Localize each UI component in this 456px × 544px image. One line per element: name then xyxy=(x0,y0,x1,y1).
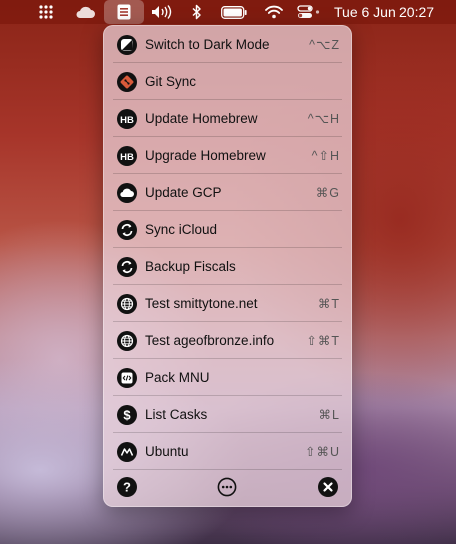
svg-text:$: $ xyxy=(123,407,131,422)
more-icon[interactable] xyxy=(217,477,237,497)
menu-item-test-ageofbronze[interactable]: Test ageofbronze.info ⇧⌘T xyxy=(113,322,342,359)
menu-item-shortcut: ⌘G xyxy=(315,186,340,200)
menu-item-label: List Casks xyxy=(145,407,208,422)
desktop-wallpaper: Tue 6 Jun 20:27 Switch to Dark Mode ^⌥Z xyxy=(0,0,456,544)
svg-text:HB: HB xyxy=(120,114,134,125)
homebrew-icon: HB xyxy=(117,108,137,129)
battery-icon[interactable] xyxy=(220,0,248,24)
app-menu-icon[interactable] xyxy=(104,0,144,24)
menu-item-test-smittytone[interactable]: Test smittytone.net ⌘T xyxy=(113,285,342,322)
homebrew-icon: HB xyxy=(117,145,137,166)
menu-item-list-casks[interactable]: $ List Casks ⌘L xyxy=(113,396,342,433)
menu-item-label: Pack MNU xyxy=(145,370,210,385)
volume-icon[interactable] xyxy=(150,0,174,24)
help-icon[interactable]: ? xyxy=(117,477,137,497)
globe-icon xyxy=(117,330,137,351)
menu-item-label: Test ageofbronze.info xyxy=(145,333,275,348)
ubuntu-icon xyxy=(117,441,137,462)
menu-bar-time[interactable]: 20:27 xyxy=(399,0,434,24)
svg-text:?: ? xyxy=(123,480,131,495)
sync-icon xyxy=(117,256,137,277)
menu-item-label: Git Sync xyxy=(145,74,197,89)
menu-item-label: Upgrade Homebrew xyxy=(145,148,266,163)
code-icon xyxy=(117,367,137,388)
dots-grid-icon[interactable] xyxy=(37,0,55,24)
menu-item-label: Switch to Dark Mode xyxy=(145,37,270,52)
menu-item-shortcut: ⇧⌘U xyxy=(304,445,340,459)
control-center-icon[interactable] xyxy=(296,0,322,24)
menu-separator xyxy=(113,469,342,470)
menu-bar: Tue 6 Jun 20:27 xyxy=(0,0,456,24)
svg-text:HB: HB xyxy=(120,151,134,162)
cloud-icon[interactable] xyxy=(73,0,97,24)
dollar-icon: $ xyxy=(117,404,137,425)
menu-item-shortcut: ^⌥H xyxy=(307,112,340,126)
menu-item-switch-dark-mode[interactable]: Switch to Dark Mode ^⌥Z xyxy=(113,26,342,63)
menu-item-backup-fiscals[interactable]: Backup Fiscals xyxy=(113,248,342,285)
menu-item-label: Update Homebrew xyxy=(145,111,258,126)
menu-item-update-gcp[interactable]: Update GCP ⌘G xyxy=(113,174,342,211)
menu-item-shortcut: ^⇧H xyxy=(311,149,340,163)
menu-item-label: Test smittytone.net xyxy=(145,296,258,311)
git-icon xyxy=(117,71,137,92)
wifi-icon[interactable] xyxy=(264,0,284,24)
cloud-icon xyxy=(117,182,137,203)
menu-item-label: Ubuntu xyxy=(145,444,189,459)
menu-item-label: Backup Fiscals xyxy=(145,259,236,274)
menu-bar-date[interactable]: Tue 6 Jun xyxy=(334,0,396,24)
menu-item-pack-mnu[interactable]: Pack MNU xyxy=(113,359,342,396)
menu-item-shortcut: ⌘T xyxy=(317,297,340,311)
dark-mode-icon xyxy=(117,34,137,55)
menu-item-upgrade-homebrew[interactable]: HB Upgrade Homebrew ^⇧H xyxy=(113,137,342,174)
menu-item-shortcut: ^⌥Z xyxy=(309,38,340,52)
menu-item-shortcut: ⇧⌘T xyxy=(306,334,340,348)
sync-icon xyxy=(117,219,137,240)
globe-icon xyxy=(117,293,137,314)
menu-item-label: Update GCP xyxy=(145,185,222,200)
menu-item-git-sync[interactable]: Git Sync xyxy=(113,63,342,100)
menu-item-ubuntu[interactable]: Ubuntu ⇧⌘U xyxy=(113,433,342,470)
menu-item-label: Sync iCloud xyxy=(145,222,218,237)
bluetooth-icon[interactable] xyxy=(190,0,204,24)
close-icon[interactable] xyxy=(318,477,338,497)
menu-item-shortcut: ⌘L xyxy=(318,408,340,422)
menu-item-sync-icloud[interactable]: Sync iCloud xyxy=(113,211,342,248)
menu-item-update-homebrew[interactable]: HB Update Homebrew ^⌥H xyxy=(113,100,342,137)
app-dropdown-menu: Switch to Dark Mode ^⌥Z Git Sync HB Upda… xyxy=(103,25,352,507)
